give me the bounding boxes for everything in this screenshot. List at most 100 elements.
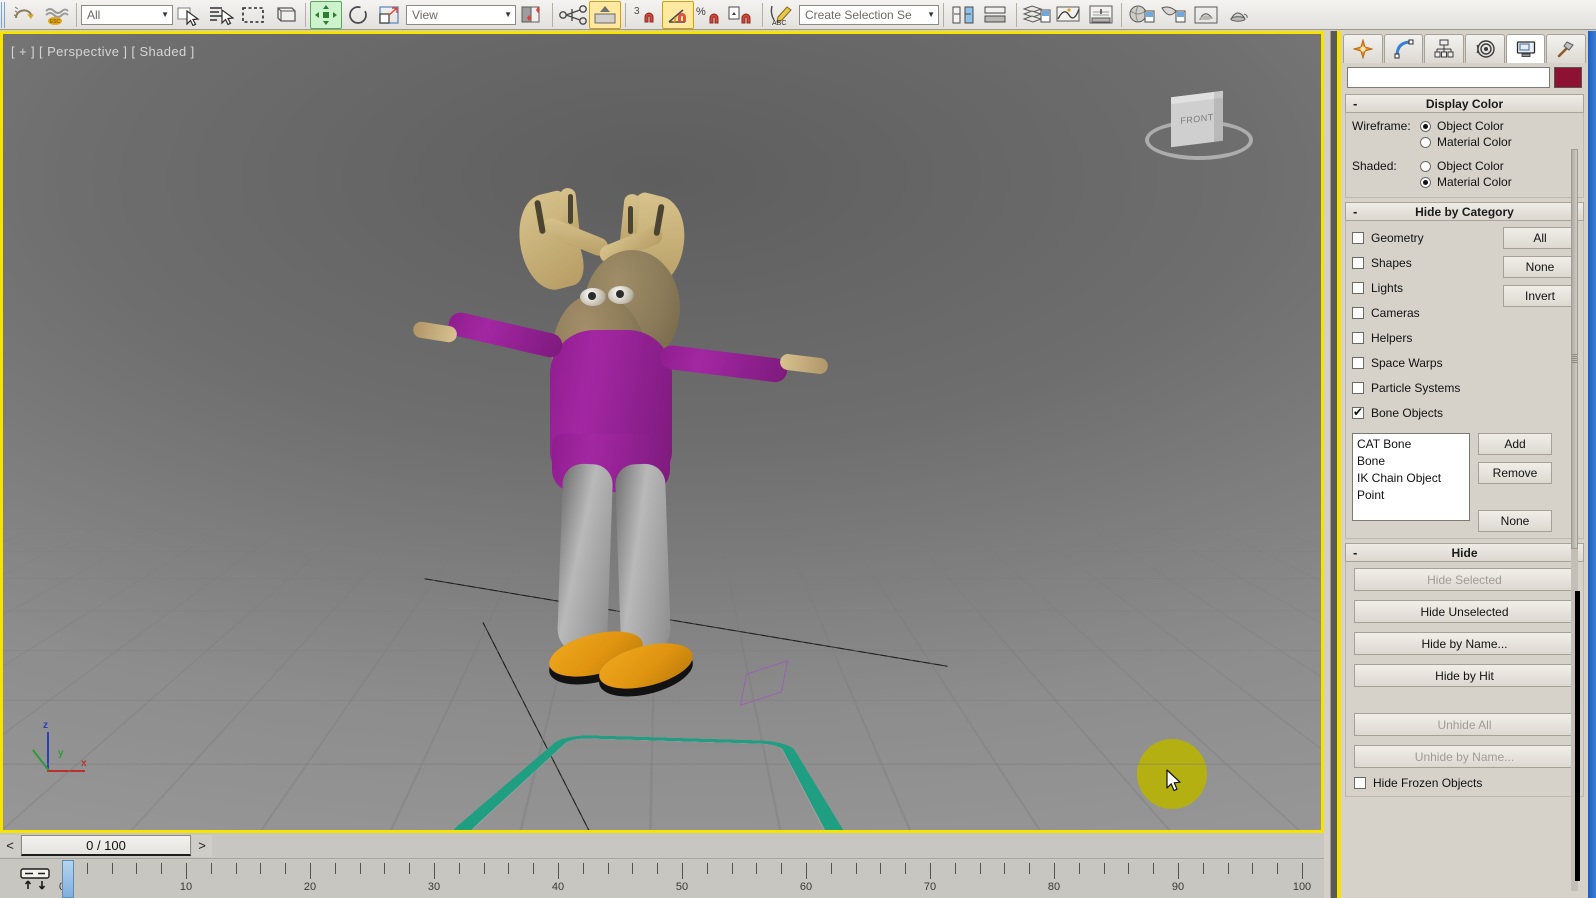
category-row-lights[interactable]: Lights	[1352, 275, 1495, 300]
checkbox-hide-frozen-objects[interactable]	[1354, 777, 1366, 789]
category-row-helpers[interactable]: Helpers	[1352, 325, 1495, 350]
select-by-name-icon[interactable]	[205, 1, 237, 29]
shaded-material-color-label[interactable]: Material Color	[1437, 175, 1512, 189]
window-crossing-icon[interactable]	[269, 1, 301, 29]
category-row-particle-systems[interactable]: Particle Systems	[1352, 375, 1495, 400]
material-editor-icon[interactable]	[1126, 1, 1158, 29]
mirror-panel-icon[interactable]	[948, 1, 980, 29]
display-tab[interactable]	[1505, 34, 1546, 63]
track-bar[interactable]: 0102030405060708090100	[0, 858, 1324, 898]
toolbar-grip[interactable]	[1, 1, 6, 28]
category-row-space-warps[interactable]: Space Warps	[1352, 350, 1495, 375]
curve-editor-icon[interactable]	[1053, 1, 1085, 29]
checkbox-space-warps[interactable]	[1352, 356, 1364, 369]
align-icon[interactable]	[980, 1, 1012, 29]
checkbox-helpers[interactable]	[1352, 331, 1364, 344]
invert-button[interactable]: Invert	[1503, 285, 1577, 307]
rollout-hide-header[interactable]: - Hide	[1345, 543, 1584, 562]
command-panel-scroll-grip[interactable]	[1572, 354, 1577, 364]
wireframe-object-color-radio[interactable]	[1420, 120, 1431, 132]
active-viewport-frame[interactable]: [ + ] [ Perspective ] [ Shaded ] FRONT z…	[0, 31, 1324, 833]
select-and-scale-icon[interactable]	[374, 1, 406, 29]
wireframe-object-color-label[interactable]: Object Color	[1437, 119, 1504, 133]
render-setup-icon[interactable]	[1158, 1, 1190, 29]
viewport-label[interactable]: [ + ] [ Perspective ] [ Shaded ]	[11, 44, 195, 59]
hide-by-name-button[interactable]: Hide by Name...	[1354, 632, 1575, 655]
rollout-hide-by-category-header[interactable]: - Hide by Category	[1345, 202, 1584, 221]
mirror-icon[interactable]	[589, 0, 621, 29]
list-item[interactable]: Bone	[1357, 453, 1465, 470]
bone-object-listbox[interactable]: CAT Bone Bone IK Chain Object Point	[1352, 433, 1470, 521]
checkbox-cameras[interactable]	[1352, 306, 1364, 319]
checkbox-shapes[interactable]	[1352, 256, 1364, 269]
spinner-snap-toggle-icon[interactable]	[726, 1, 758, 29]
next-frame-button[interactable]: >	[192, 834, 212, 857]
key-mode-toggle-icon[interactable]	[18, 867, 52, 891]
object-name-input[interactable]	[1347, 67, 1550, 88]
rendered-frame-window-icon[interactable]	[1190, 1, 1222, 29]
list-item[interactable]: CAT Bone	[1357, 436, 1465, 453]
list-item[interactable]: Point	[1357, 487, 1465, 504]
prev-frame-button[interactable]: <	[0, 834, 20, 857]
selection-filter-combo[interactable]: All ▼	[81, 4, 173, 25]
angle-snap-toggle-icon[interactable]	[662, 0, 694, 29]
render-production-icon[interactable]	[1222, 1, 1254, 29]
select-and-move-icon[interactable]	[310, 0, 342, 29]
frame-readout[interactable]: 0 / 100	[21, 835, 191, 856]
layer-manager-icon[interactable]	[1021, 1, 1053, 29]
all-button[interactable]: All	[1503, 227, 1577, 249]
checkbox-bone-objects[interactable]	[1352, 405, 1364, 419]
shaded-material-color-radio[interactable]	[1420, 176, 1431, 188]
command-panel-scroll-thumb[interactable]	[1571, 149, 1578, 549]
hide-frozen-objects-row[interactable]: Hide Frozen Objects	[1354, 776, 1575, 790]
modify-tab[interactable]	[1383, 34, 1424, 63]
perspective-viewport[interactable]: [ + ] [ Perspective ] [ Shaded ] FRONT z…	[3, 34, 1321, 830]
rectangular-selection-region-icon[interactable]	[237, 1, 269, 29]
select-object-icon[interactable]	[173, 1, 205, 29]
motion-tab[interactable]	[1465, 34, 1505, 63]
view-cube[interactable]: FRONT	[1139, 82, 1259, 182]
moose-character-model[interactable]	[412, 184, 912, 744]
create-tab[interactable]	[1343, 34, 1383, 63]
collapse-toggle-icon[interactable]: -	[1353, 545, 1357, 560]
shaded-object-color-label[interactable]: Object Color	[1437, 159, 1504, 173]
utilities-tab[interactable]	[1546, 34, 1587, 63]
list-none-button[interactable]: None	[1478, 510, 1552, 532]
checkbox-particle-systems[interactable]	[1352, 381, 1364, 394]
unhide-by-name-button[interactable]: Unhide by Name...	[1354, 745, 1575, 768]
add-button[interactable]: Add	[1478, 433, 1552, 455]
snaps-toggle-icon[interactable]: 3	[630, 1, 662, 29]
checkbox-geometry[interactable]	[1352, 231, 1364, 244]
collapse-toggle-icon[interactable]: -	[1353, 96, 1357, 111]
hierarchy-tab[interactable]	[1424, 34, 1465, 63]
category-row-shapes[interactable]: Shapes	[1352, 250, 1495, 275]
category-row-cameras[interactable]: Cameras	[1352, 300, 1495, 325]
category-row-bone-objects[interactable]: Bone Objects	[1352, 400, 1495, 425]
edit-named-selection-sets-icon[interactable]: ABC	[767, 1, 799, 29]
wireframe-material-color-label[interactable]: Material Color	[1437, 135, 1512, 149]
remove-button[interactable]: Remove	[1478, 462, 1552, 484]
hide-unselected-button[interactable]: Hide Unselected	[1354, 600, 1575, 623]
undo-icon[interactable]	[8, 1, 40, 29]
view-cube-face[interactable]: FRONT	[1171, 90, 1223, 148]
time-slider-handle[interactable]	[62, 860, 74, 898]
timeline-ruler[interactable]: 0102030405060708090100	[59, 861, 1316, 898]
schematic-view-icon[interactable]	[1085, 1, 1117, 29]
checkbox-lights[interactable]	[1352, 281, 1364, 294]
select-and-link-icon[interactable]	[557, 1, 589, 29]
hide-selected-button[interactable]: Hide Selected	[1354, 568, 1575, 591]
hide-by-hit-button[interactable]: Hide by Hit	[1354, 664, 1575, 687]
object-color-swatch[interactable]	[1554, 67, 1582, 88]
none-button[interactable]: None	[1503, 256, 1577, 278]
percent-snap-toggle-icon[interactable]: %	[694, 1, 726, 29]
shaded-object-color-radio[interactable]	[1420, 160, 1431, 172]
collapse-toggle-icon[interactable]: -	[1353, 204, 1357, 219]
list-item[interactable]: IK Chain Object	[1357, 470, 1465, 487]
wireframe-material-color-radio[interactable]	[1420, 136, 1431, 148]
reference-coordinate-combo[interactable]: View ▼	[406, 4, 516, 25]
use-pivot-point-center-icon[interactable]	[516, 1, 548, 29]
select-and-rotate-icon[interactable]	[342, 1, 374, 29]
category-row-geometry[interactable]: Geometry	[1352, 225, 1495, 250]
redo-icon[interactable]: ESC	[40, 1, 72, 29]
rollout-display-color-header[interactable]: - Display Color	[1345, 94, 1584, 113]
